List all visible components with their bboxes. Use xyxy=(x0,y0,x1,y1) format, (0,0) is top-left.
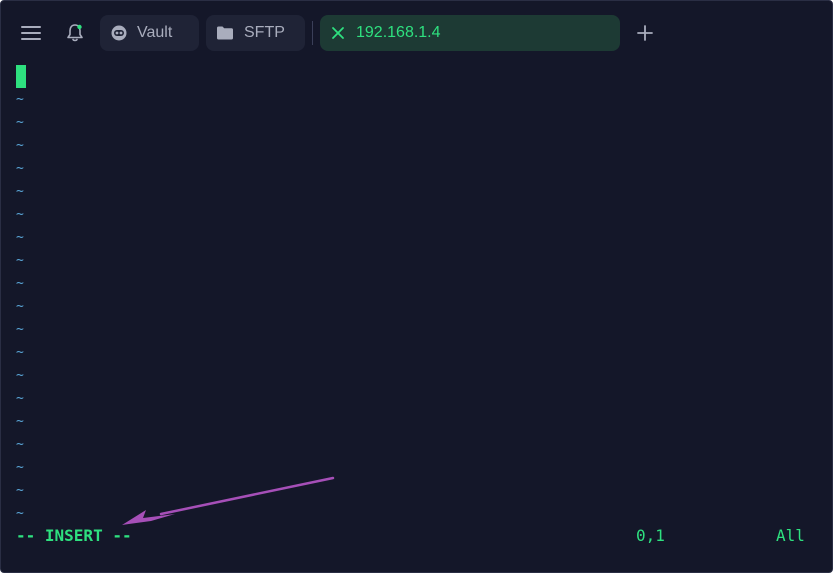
scroll-position: All xyxy=(776,526,805,545)
terminal-area[interactable]: ~ ~ ~ ~ ~ ~ ~ ~ ~ ~ ~ ~ ~ ~ ~ ~ ~ ~ ~ -- INSERT -- 0,1 All xyxy=(1,63,832,572)
tab-divider xyxy=(312,21,313,45)
tab-sftp[interactable]: SFTP xyxy=(206,15,305,51)
empty-line-marker: ~ xyxy=(16,483,24,498)
vault-icon xyxy=(109,23,129,43)
empty-line-marker: ~ xyxy=(16,138,24,153)
empty-line-marker: ~ xyxy=(16,460,24,475)
empty-line-marker: ~ xyxy=(16,391,24,406)
tab-label: 192.168.1.4 xyxy=(356,24,441,41)
empty-line-marker: ~ xyxy=(16,322,24,337)
empty-line-marker: ~ xyxy=(16,161,24,176)
text-cursor xyxy=(16,65,26,88)
vim-status-line: -- INSERT -- 0,1 All xyxy=(1,525,832,547)
empty-line-marker: ~ xyxy=(16,506,24,521)
empty-line-marker: ~ xyxy=(16,184,24,199)
cursor-position: 0,1 xyxy=(636,526,665,545)
empty-line-marker: ~ xyxy=(16,299,24,314)
empty-line-marker: ~ xyxy=(16,115,24,130)
empty-line-marker: ~ xyxy=(16,437,24,452)
empty-line-marker: ~ xyxy=(16,207,24,222)
empty-line-marker: ~ xyxy=(16,230,24,245)
tab-label: Vault xyxy=(137,24,173,41)
tab-session-active[interactable]: 192.168.1.4 xyxy=(320,15,620,51)
empty-line-marker: ~ xyxy=(16,345,24,360)
empty-line-marker: ~ xyxy=(16,368,24,383)
empty-line-marker: ~ xyxy=(16,414,24,429)
empty-line-marker: ~ xyxy=(16,253,24,268)
hamburger-menu-icon[interactable] xyxy=(17,21,45,45)
empty-line-marker: ~ xyxy=(16,92,24,107)
top-bar: Vault SFTP 192.168.1.4 xyxy=(1,1,832,63)
mode-indicator: -- INSERT -- xyxy=(16,526,132,545)
terminal-window: Vault SFTP 192.168.1.4 ~ ~ ~ ~ ~ ~ ~ ~ ~… xyxy=(0,0,833,573)
plus-icon[interactable] xyxy=(633,21,657,45)
tab-label: SFTP xyxy=(244,24,285,41)
folder-icon xyxy=(215,23,235,43)
empty-line-marker: ~ xyxy=(16,276,24,291)
tab-vault[interactable]: Vault xyxy=(100,15,199,51)
bell-icon[interactable] xyxy=(61,20,89,46)
close-icon[interactable] xyxy=(328,23,348,43)
